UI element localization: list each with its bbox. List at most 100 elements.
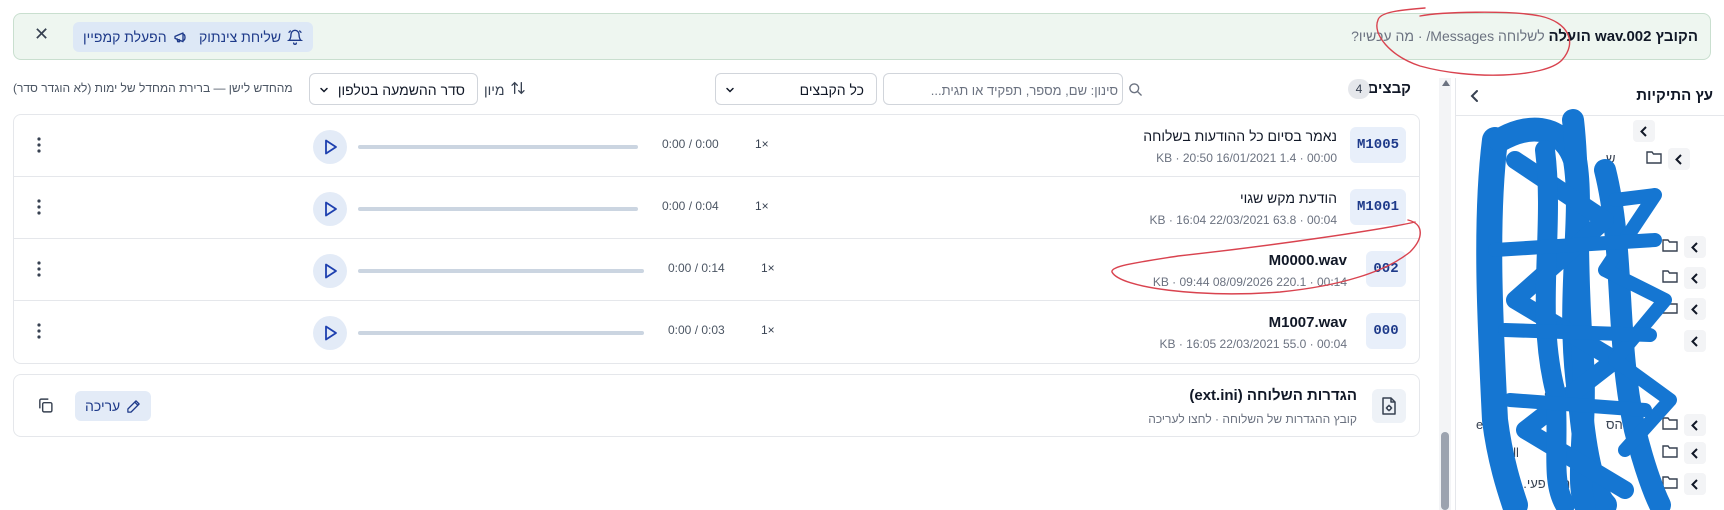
- tree-expand-button[interactable]: [1684, 236, 1706, 258]
- file-date: 09:44 08/09/2026: [1179, 275, 1273, 289]
- chevron-left-icon: [1675, 154, 1682, 165]
- extension-settings-card[interactable]: הגדרות השלוחה (ext.ini) קובץ ההגדרות של …: [13, 374, 1420, 437]
- tree-item[interactable]: [1456, 296, 1724, 322]
- search-input[interactable]: [892, 80, 1118, 100]
- more-options-icon[interactable]: [35, 197, 43, 217]
- tree-item[interactable]: ש: [1456, 146, 1724, 172]
- chevron-left-icon[interactable]: [1470, 89, 1480, 103]
- play-button[interactable]: [313, 254, 347, 288]
- file-size-unit: KB: [1152, 275, 1169, 289]
- sort-note: מהחדש לישן — ברירת המחדל של ימות (לא הוג…: [13, 81, 293, 95]
- push-notification-button[interactable]: שליחת צינתוק: [189, 22, 314, 52]
- more-options-icon[interactable]: [35, 135, 43, 155]
- more-options-icon[interactable]: [35, 259, 43, 279]
- playback-speed[interactable]: 1×: [761, 323, 775, 337]
- play-icon: [325, 325, 337, 341]
- banner-message-rest: לשלוחה Messages/ · מה עכשיו?: [1351, 28, 1545, 44]
- audio-progress-bar[interactable]: [358, 269, 644, 273]
- playback-speed[interactable]: 1×: [755, 199, 769, 213]
- tree-item[interactable]: erID הס: [1456, 412, 1724, 438]
- file-meta: 00:04 · 63.8 KB · 16:04 22/03/2021: [1149, 213, 1337, 227]
- time-readout: 0:00 / 0:14: [668, 261, 725, 275]
- megaphone-icon: [173, 32, 186, 43]
- sort-icon: [511, 81, 525, 95]
- audio-progress-bar[interactable]: [358, 145, 638, 149]
- folder-icon: [1646, 151, 1662, 164]
- tree-item[interactable]: Lin sAll: [1456, 440, 1724, 466]
- file-duration: 00:14: [1316, 275, 1347, 289]
- playback-speed[interactable]: 1×: [761, 261, 775, 275]
- banner-message: הקובץ wav.002 הועלה לשלוחה Messages/ · מ…: [1351, 28, 1698, 45]
- tree-item[interactable]: [1456, 118, 1724, 144]
- tree-expand-button[interactable]: [1684, 442, 1706, 464]
- file-code-chip: M1005: [1349, 127, 1406, 163]
- play-button[interactable]: [313, 192, 347, 226]
- push-notification-label: שליחת צינתוק: [199, 29, 282, 45]
- file-duration: 00:00: [1306, 151, 1337, 165]
- folder-icon: [1662, 445, 1678, 458]
- copy-icon[interactable]: [37, 397, 54, 414]
- chevron-down-icon: [726, 87, 734, 93]
- more-options-icon[interactable]: [35, 321, 43, 341]
- bell-icon: [287, 29, 304, 45]
- file-size: 1.4: [1279, 151, 1297, 165]
- edit-settings-button[interactable]: עריכה: [75, 391, 152, 421]
- tree-item[interactable]: [1456, 265, 1724, 291]
- scrollbar-thumb[interactable]: [1441, 432, 1449, 510]
- file-row[interactable]: 002 M0000.wav 00:14 · 220.1 KB · 09:44 0…: [14, 239, 1419, 301]
- tree-item[interactable]: 8: [1456, 384, 1724, 410]
- close-icon[interactable]: ✕: [34, 24, 49, 45]
- file-meta: 00:00 · 1.4 KB · 20:50 16/01/2021: [1156, 151, 1337, 165]
- time-readout: 0:00 / 0:03: [668, 323, 725, 337]
- file-meta: 00:04 · 55.0 KB · 16:05 22/03/2021: [1159, 337, 1347, 351]
- sidebar-header: עץ התיקיות: [1456, 78, 1724, 116]
- play-button[interactable]: [313, 316, 347, 350]
- tree-expand-button[interactable]: [1684, 414, 1706, 436]
- search-icon: [1129, 83, 1142, 96]
- play-icon: [325, 139, 337, 155]
- audio-progress-bar[interactable]: [358, 331, 644, 335]
- tree-item[interactable]: ת ודוחות פעי...: [1456, 471, 1724, 497]
- file-list: M1005 נאמר בסיום כל ההודעות בשלוחה 00:00…: [13, 114, 1420, 364]
- file-filter-select[interactable]: כל הקבצים: [715, 73, 877, 105]
- file-name: נאמר בסיום כל ההודעות בשלוחה: [1143, 128, 1337, 144]
- tree-item[interactable]: [1456, 328, 1724, 354]
- banner-message-strong: הקובץ wav.002 הועלה: [1548, 28, 1698, 45]
- file-size-unit: KB: [1156, 151, 1173, 165]
- file-row[interactable]: M1005 נאמר בסיום כל ההודעות בשלוחה 00:00…: [14, 115, 1419, 177]
- file-size-unit: KB: [1159, 337, 1176, 351]
- folder-icon: [1662, 417, 1678, 430]
- play-icon: [325, 201, 337, 217]
- chevron-left-icon: [1691, 448, 1698, 459]
- scroll-up-arrow[interactable]: [1442, 80, 1450, 86]
- folder-icon: [1662, 301, 1678, 314]
- sort-order-select[interactable]: סדר ההשמעה בטלפון: [309, 73, 478, 105]
- file-code-chip: 000: [1366, 313, 1406, 349]
- tree-item[interactable]: [1456, 234, 1724, 260]
- playback-speed[interactable]: 1×: [755, 137, 769, 151]
- folder-icon: [1662, 476, 1678, 489]
- file-row[interactable]: 000 M1007.wav 00:04 · 55.0 KB · 16:05 22…: [14, 301, 1419, 363]
- chevron-down-icon: [320, 87, 328, 93]
- tree-expand-button[interactable]: [1684, 330, 1706, 352]
- file-duration: 00:04: [1306, 213, 1337, 227]
- tree-expand-button[interactable]: [1684, 473, 1706, 495]
- campaign-label: הפעלת קמפיין: [83, 29, 167, 45]
- edit-settings-label: עריכה: [85, 398, 121, 414]
- time-readout: 0:00 / 0:00: [662, 137, 719, 151]
- file-size: 55.0: [1282, 337, 1307, 351]
- file-code-chip: 002: [1366, 251, 1406, 287]
- tree-expand-button[interactable]: [1684, 267, 1706, 289]
- tree-expand-button[interactable]: [1684, 298, 1706, 320]
- file-name: M0000.wav: [1268, 252, 1347, 269]
- tree-expand-button[interactable]: [1668, 148, 1690, 170]
- file-row[interactable]: M1001 הודעת מקש שגוי 00:04 · 63.8 KB · 1…: [14, 177, 1419, 239]
- tree-item-label: sAll: [1498, 445, 1519, 460]
- folder-icon: [1662, 270, 1678, 283]
- file-name: הודעת מקש שגוי: [1240, 190, 1337, 206]
- play-button[interactable]: [313, 130, 347, 164]
- folder-tree-sidebar: עץ התיקיות ש 8 erID הס Lin sAll ת ודוחות…: [1455, 78, 1724, 510]
- audio-progress-bar[interactable]: [358, 207, 638, 211]
- tree-expand-button[interactable]: [1633, 120, 1655, 142]
- campaign-button[interactable]: הפעלת קמפיין: [73, 22, 199, 52]
